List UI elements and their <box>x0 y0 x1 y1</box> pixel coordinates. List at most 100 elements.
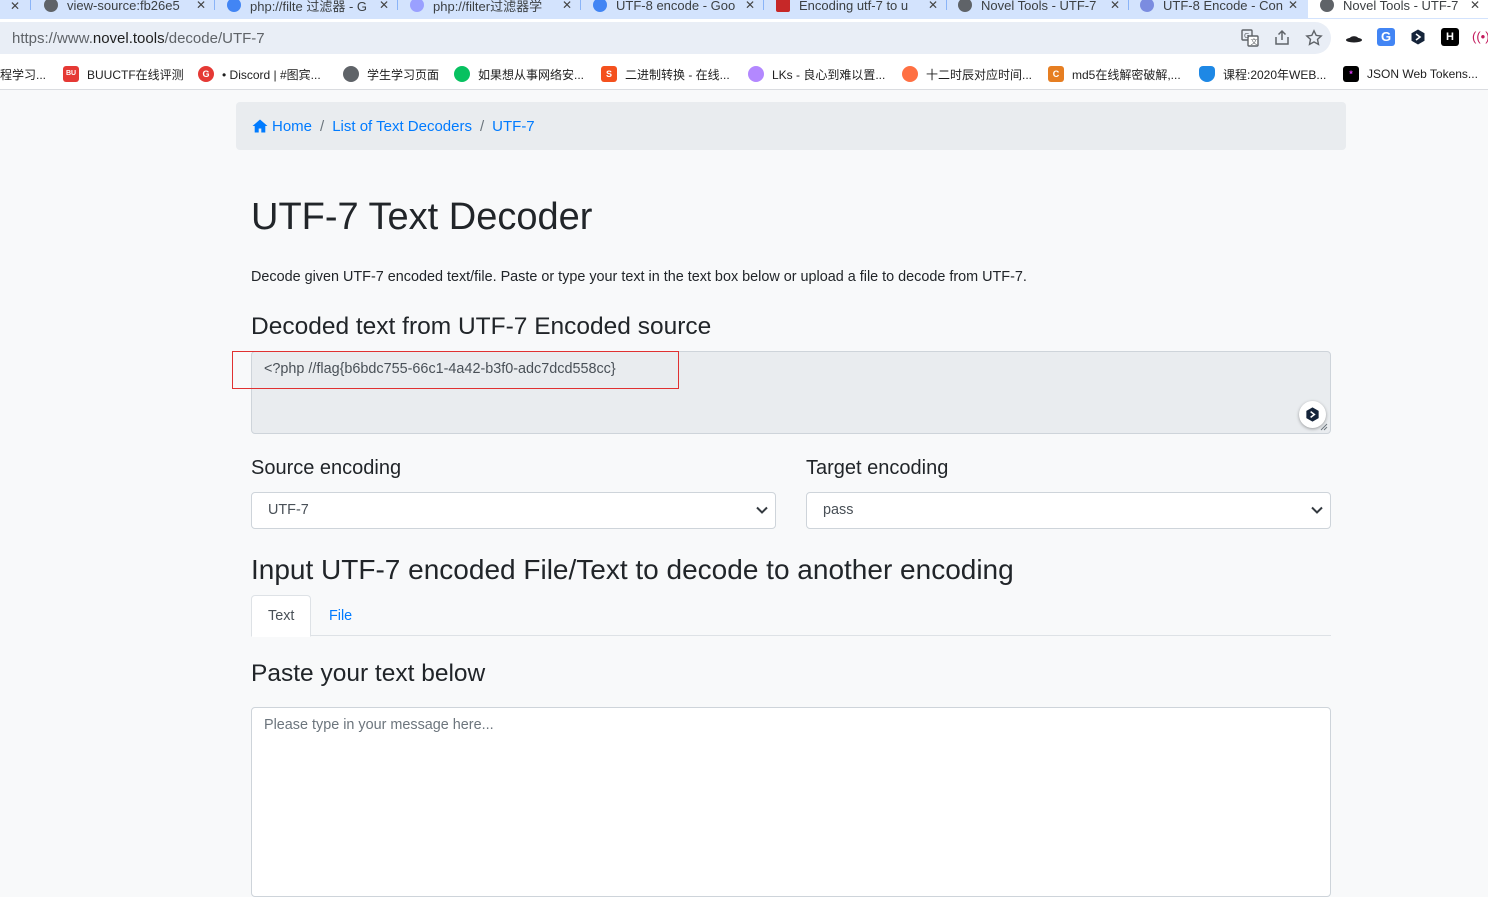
bookmark-item[interactable]: 如果想从事网络安... <box>454 65 584 83</box>
bookmark-label: 学生学习页面 <box>367 67 440 82</box>
jwt-icon: * <box>1343 66 1359 82</box>
browser-tab[interactable]: Encoding utf-7 to u ✕ <box>776 0 946 18</box>
resize-handle-icon[interactable] <box>1318 421 1328 431</box>
bookmark-item[interactable]: 程学习... <box>0 65 46 83</box>
source-encoding-select[interactable]: UTF-7 <box>251 492 776 529</box>
google-translate-extension-icon[interactable]: G <box>1377 28 1395 46</box>
lks-icon <box>748 66 764 82</box>
close-icon[interactable]: ✕ <box>196 0 206 12</box>
close-icon[interactable]: ✕ <box>745 0 755 12</box>
browser-tab-title: Novel Tools - UTF-7 <box>1343 0 1459 13</box>
tab-text[interactable]: Text <box>251 595 312 637</box>
browser-tab-title: Novel Tools - UTF-7 <box>981 0 1097 13</box>
shield-icon <box>1199 66 1215 82</box>
close-icon[interactable]: ✕ <box>1110 0 1120 12</box>
breadcrumb-list-link[interactable]: List of Text Decoders <box>332 118 472 135</box>
svg-text:文: 文 <box>1251 37 1258 46</box>
breadcrumb-home-label: Home <box>272 117 313 135</box>
close-icon[interactable]: ✕ <box>1470 0 1480 12</box>
share-icon[interactable] <box>1273 29 1291 47</box>
close-icon[interactable]: ✕ <box>928 0 938 12</box>
hexagon-extension-icon[interactable] <box>1409 28 1427 46</box>
wechat-icon <box>454 66 470 82</box>
input-heading: Input UTF-7 encoded File/Text to decode … <box>251 554 1014 585</box>
bookmark-label: LKs - 良心到难以置... <box>772 67 886 82</box>
close-icon[interactable]: ✕ <box>379 0 389 12</box>
star-icon[interactable] <box>1305 29 1323 47</box>
bookmark-item[interactable]: 学生学习页面 <box>343 65 439 83</box>
bookmark-label: • Discord | #图宾... <box>222 67 321 82</box>
browser-tab[interactable]: php://filte 过滤器 - G ✕ <box>227 0 397 18</box>
svg-text:G: G <box>1244 32 1249 40</box>
globe-icon <box>343 66 359 82</box>
browser-tab-title: UTF-8 Encode - Con <box>1163 0 1283 13</box>
browser-tab[interactable]: php://filter过滤器学 ✕ <box>410 0 580 18</box>
bookmark-item[interactable]: C md5在线解密破解,... <box>1048 65 1181 83</box>
tab-separator <box>946 0 947 10</box>
bookmark-label: JSON Web Tokens... <box>1367 67 1478 81</box>
browser-tab-title: php://filte 过滤器 - G <box>250 0 368 14</box>
message-input-textarea[interactable]: Please type in your message here... <box>251 707 1331 897</box>
md5-icon: C <box>1048 66 1064 82</box>
close-icon[interactable]: ✕ <box>1288 0 1298 12</box>
browser-toolbar: https://www.novel.tools/decode/UTF-7 G文 … <box>0 19 1488 57</box>
breadcrumb: Home / List of Text Decoders / UTF-7 <box>236 102 1346 150</box>
bookmark-item[interactable]: 十二时辰对应时间... <box>902 65 1032 83</box>
browser-tab[interactable]: UTF-8 Encode - Con ✕ <box>1140 0 1306 18</box>
breadcrumb-separator: / <box>320 117 325 135</box>
bookmark-label: 如果想从事网络安... <box>478 67 585 82</box>
address-bar[interactable]: https://www.novel.tools/decode/UTF-7 G文 <box>0 22 1331 54</box>
tab-separator <box>580 0 581 10</box>
tab-separator <box>30 0 31 10</box>
translate-icon[interactable]: G文 <box>1241 29 1259 47</box>
tab-file[interactable]: File <box>313 595 368 636</box>
browser-tab-active[interactable]: Novel Tools - UTF-7 ✕ <box>1308 0 1488 18</box>
bookmark-item[interactable]: 课程:2020年WEB... <box>1199 65 1326 83</box>
breadcrumb-current-link[interactable]: UTF-7 <box>492 118 535 135</box>
google-icon <box>593 0 607 12</box>
browser-tab-strip: ✕ view-source:fb26e5 ✕ php://filte 过滤器 -… <box>0 0 1488 19</box>
tab-separator <box>763 0 764 10</box>
browser-tab-title: UTF-8 encode - Goo <box>616 0 736 13</box>
hat-extension-icon[interactable] <box>1345 28 1363 46</box>
bookmark-label: 二进制转换 - 在线... <box>625 67 730 82</box>
bookmark-label: BUUCTF在线评测 <box>87 67 184 82</box>
source-encoding-label: Source encoding <box>251 457 402 479</box>
site-icon <box>1140 0 1154 12</box>
highlight-box <box>232 351 679 389</box>
tab-separator <box>214 0 215 10</box>
bookmark-label: 课程:2020年WEB... <box>1223 67 1327 82</box>
google-icon <box>227 0 241 12</box>
clock-icon <box>902 66 918 82</box>
globe-icon <box>44 0 58 12</box>
browser-tab-title: view-source:fb26e5 <box>67 0 180 13</box>
breadcrumb-home-link[interactable]: Home <box>252 118 312 135</box>
bookmark-item[interactable]: S 二进制转换 - 在线... <box>601 65 730 83</box>
bookmark-item[interactable]: BU BUUCTF在线评测 <box>63 65 184 83</box>
browser-tab[interactable]: Novel Tools - UTF-7 ✕ <box>958 0 1128 18</box>
bookmark-item[interactable]: LKs - 良心到难以置... <box>748 65 885 83</box>
browser-tab[interactable]: view-source:fb26e5 ✕ <box>44 0 214 18</box>
bookmark-item[interactable]: G • Discord | #图宾... <box>198 65 321 83</box>
browser-tab[interactable]: UTF-8 encode - Goo ✕ <box>593 0 763 18</box>
target-encoding-select[interactable]: pass <box>806 492 1331 529</box>
buuctf-icon: BU <box>63 66 79 82</box>
bookmark-label: 程学习... <box>0 67 47 82</box>
bookmarks-bar: 程学习... BU BUUCTF在线评测 G • Discord | #图宾..… <box>0 57 1488 90</box>
chevron-down-icon <box>1311 506 1323 514</box>
browser-tab-title: php://filter过滤器学 <box>433 0 543 14</box>
bookmark-label: md5在线解密破解,... <box>1072 67 1181 82</box>
bookmark-item[interactable]: * JSON Web Tokens... <box>1343 65 1478 83</box>
globe-icon <box>958 0 972 12</box>
url-text[interactable]: https://www.novel.tools/decode/UTF-7 <box>12 30 265 47</box>
close-icon[interactable]: ✕ <box>6 0 24 15</box>
binary-converter-icon: S <box>601 66 617 82</box>
target-encoding-value: pass <box>823 502 854 518</box>
tab-separator <box>1128 0 1129 10</box>
h-extension-icon[interactable]: H <box>1441 28 1459 46</box>
close-icon[interactable]: ✕ <box>562 0 572 12</box>
broadcast-extension-icon[interactable]: ((•)) <box>1472 28 1488 46</box>
globe-icon <box>1320 0 1334 12</box>
chevron-down-icon <box>756 506 768 514</box>
paste-heading: Paste your text below <box>251 660 486 687</box>
